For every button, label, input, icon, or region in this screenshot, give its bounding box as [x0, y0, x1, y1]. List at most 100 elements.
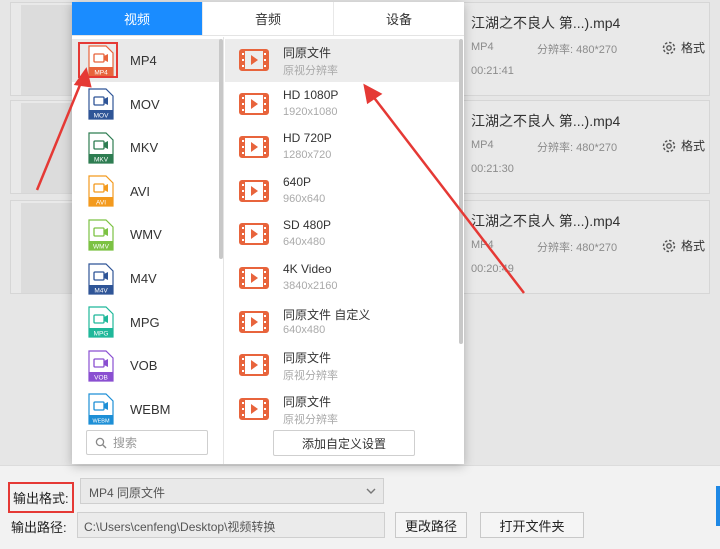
bottom-bar: 输出格式: MP4 同原文件 输出路径: C:\Users\cenfeng\De…: [0, 465, 720, 549]
file-format: MP4: [471, 139, 494, 151]
quality-option[interactable]: 4K Video 3840x2160: [225, 257, 459, 300]
file-name: 江湖之不良人 第...).mp4: [471, 213, 621, 229]
search-placeholder: 搜索: [113, 436, 138, 450]
file-format-icon: M4V: [88, 262, 114, 295]
quality-option[interactable]: 同原文件 原视分辨率: [225, 344, 459, 387]
file-format-icon: AVI: [88, 175, 114, 207]
format-item-mov[interactable]: MOV MOV: [72, 83, 220, 126]
format-item-wmv[interactable]: WMV WMV: [72, 213, 220, 256]
quality-option[interactable]: 同原文件 原视分辨率: [225, 388, 459, 431]
quality-option[interactable]: HD 720P 1280x720: [225, 126, 459, 169]
file-resolution: 分辨率: 480*270: [537, 44, 618, 56]
video-film-icon: [239, 267, 269, 289]
side-action-edge[interactable]: [716, 486, 720, 526]
video-film-icon: [239, 223, 269, 246]
format-label: MP4: [130, 53, 157, 68]
file-format-icon: WEBM: [88, 393, 114, 425]
quality-list-scrollbar[interactable]: [459, 39, 463, 344]
quality-title: 同原文件: [283, 394, 332, 409]
quality-option[interactable]: HD 1080P 1920x1080: [225, 83, 459, 126]
format-label: MOV: [130, 96, 160, 112]
file-format-icon: MKV: [88, 132, 114, 164]
quality-resolution: 1280x720: [283, 149, 332, 162]
settings-label: 格式: [681, 41, 706, 55]
svg-text:MPG: MPG: [94, 331, 109, 338]
gear-icon: [662, 139, 676, 152]
video-film-icon: [239, 397, 269, 420]
quality-option[interactable]: 同原文件 自定义 640x480: [225, 301, 459, 344]
video-film-icon: [239, 179, 269, 202]
format-list-scrollbar[interactable]: [219, 39, 223, 259]
format-label: WEBM: [130, 401, 171, 417]
output-path-field[interactable]: C:\Users\cenfeng\Desktop\视频转换: [77, 512, 385, 538]
quality-resolution: 原视分辨率: [283, 413, 338, 426]
gear-icon: [662, 239, 676, 252]
quality-option[interactable]: 同原文件 原视分辨率: [225, 39, 459, 82]
output-format-select[interactable]: MP4 同原文件: [80, 478, 384, 504]
format-item-mpg[interactable]: MPG MPG: [72, 301, 220, 344]
quality-title: HD 720P: [283, 131, 332, 146]
file-resolution: 分辨率: 480*270: [537, 242, 618, 254]
change-path-button[interactable]: 更改路径: [395, 512, 467, 538]
quality-title: 640P: [283, 174, 312, 189]
file-format: MP4: [471, 239, 494, 251]
format-label: AVI: [130, 183, 150, 199]
output-path-label: 输出路径:: [11, 520, 67, 535]
format-label: MPG: [130, 314, 160, 330]
quality-resolution: 640x480: [283, 236, 326, 249]
format-label: M4V: [130, 271, 157, 286]
output-format-value: MP4 同原文件: [89, 486, 166, 500]
svg-text:WEBM: WEBM: [92, 419, 110, 425]
file-format-icon: WMV: [88, 219, 114, 251]
video-film-icon: [239, 310, 269, 333]
tab-audio[interactable]: 音频: [203, 2, 334, 35]
file-format-icon: VOB: [88, 350, 114, 382]
file-format-icon: MOV: [88, 88, 114, 120]
quality-resolution: 1920x1080: [283, 105, 338, 118]
file-resolution: 分辨率: 480*270: [537, 142, 618, 154]
settings-label: 格式: [681, 139, 706, 153]
tab-video[interactable]: 视频: [72, 2, 203, 35]
chevron-down-icon: [366, 488, 376, 494]
format-item-m4v[interactable]: M4V M4V: [72, 257, 220, 300]
quality-title: 同原文件: [283, 46, 332, 60]
svg-text:MOV: MOV: [94, 113, 109, 120]
quality-title: 同原文件 自定义: [283, 307, 371, 322]
format-list: MP4 MP4 MOV MOV MKV MKV AVI AVI WMV WMV M4V M4V MPG M…: [72, 37, 224, 464]
format-search-input[interactable]: 搜索: [86, 430, 208, 455]
quality-title: SD 480P: [283, 218, 332, 233]
format-label: MKV: [130, 140, 159, 156]
open-folder-button[interactable]: 打开文件夹: [480, 512, 584, 538]
file-format-icon: MPG: [88, 306, 114, 338]
quality-option[interactable]: 640P 960x640: [225, 170, 459, 213]
video-film-icon: [239, 49, 269, 71]
quality-resolution: 3840x2160: [283, 280, 338, 292]
format-item-webm[interactable]: WEBM WEBM: [72, 388, 220, 431]
quality-option[interactable]: SD 480P 640x480: [225, 213, 459, 256]
file-duration: 00:20:49: [471, 263, 514, 275]
video-film-icon: [239, 136, 269, 159]
file-duration: 00:21:30: [471, 163, 514, 175]
tab-device[interactable]: 设备: [334, 2, 464, 35]
format-item-mkv[interactable]: MKV MKV: [72, 126, 220, 169]
quality-title: 同原文件: [283, 351, 332, 366]
format-settings-button[interactable]: 格式: [661, 237, 705, 254]
file-name: 江湖之不良人 第...).mp4: [471, 113, 621, 129]
format-settings-button[interactable]: 格式: [661, 137, 705, 154]
add-custom-settings-button[interactable]: 添加自定义设置: [273, 430, 415, 456]
format-dropdown-panel: 视频 音频 设备 MP4 MP4 MOV MOV MKV MKV AVI AVI WMV WMV M…: [72, 2, 464, 464]
format-item-avi[interactable]: AVI AVI: [72, 170, 220, 213]
format-settings-button[interactable]: 格式: [661, 39, 705, 56]
format-item-vob[interactable]: VOB VOB: [72, 344, 220, 387]
gear-icon: [662, 41, 676, 54]
file-name: 江湖之不良人 第...).mp4: [471, 15, 621, 31]
quality-resolution: 原视分辨率: [283, 65, 338, 77]
svg-text:AVI: AVI: [96, 200, 106, 207]
svg-text:M4V: M4V: [94, 287, 108, 294]
search-icon: [95, 437, 107, 448]
quality-title: HD 1080P: [283, 87, 339, 102]
quality-title: 4K Video: [283, 262, 332, 276]
svg-text:VOB: VOB: [94, 374, 108, 381]
file-duration: 00:21:41: [471, 65, 514, 77]
mp4-highlight-box: [78, 42, 118, 78]
